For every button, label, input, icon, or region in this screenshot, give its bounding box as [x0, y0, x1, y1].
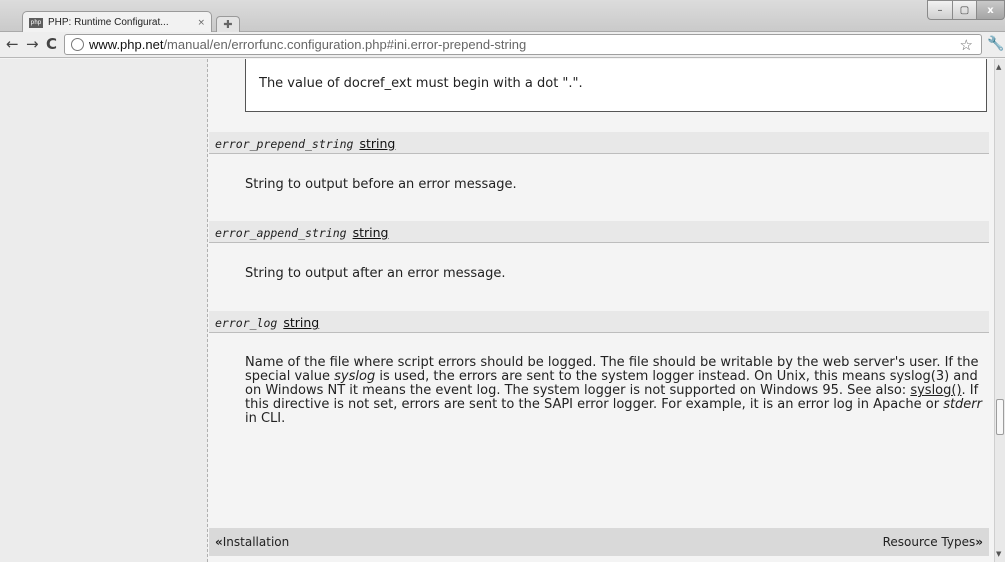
- directive-heading: error_prepend_string string: [209, 132, 989, 154]
- type-link[interactable]: string: [283, 315, 319, 330]
- warning-box: The value of docref_ext must begin with …: [245, 59, 987, 112]
- close-window-button[interactable]: x: [976, 0, 1005, 20]
- manual-body: The value of docref_ext must begin with …: [209, 59, 994, 562]
- forward-arrow-icon[interactable]: →: [26, 35, 39, 53]
- url-path: /manual/en/errorfunc.configuration.php#i…: [163, 37, 527, 52]
- tab-close-icon[interactable]: ×: [197, 18, 205, 28]
- page-info-icon[interactable]: [71, 38, 84, 51]
- desc-emphasis: syslog: [334, 369, 376, 384]
- directive-description: String to output after an error message.: [245, 266, 506, 281]
- reload-icon[interactable]: C: [46, 35, 57, 53]
- page-navigation: «Installation Resource Types»: [209, 528, 989, 556]
- directive-name: error_append_string: [215, 226, 347, 240]
- next-page-link[interactable]: Resource Types»: [883, 535, 983, 549]
- scrollbar-thumb[interactable]: [996, 399, 1004, 435]
- wrench-menu-icon[interactable]: 🔧: [987, 36, 1004, 52]
- warning-text: The value of docref_ext must begin with …: [259, 76, 583, 91]
- type-link[interactable]: string: [359, 136, 395, 151]
- directive-heading: error_append_string string: [209, 221, 989, 243]
- maximize-button[interactable]: ▢: [952, 0, 977, 20]
- desc-text: in CLI.: [245, 411, 286, 426]
- browser-tab[interactable]: php PHP: Runtime Configurat... ×: [22, 11, 212, 33]
- syslog-link[interactable]: syslog(): [910, 383, 961, 398]
- page-content: The value of docref_ext must begin with …: [0, 59, 994, 562]
- scroll-down-arrow-icon[interactable]: ▼: [996, 550, 1001, 558]
- desc-emphasis: stderr: [943, 397, 982, 412]
- error-log-description: Name of the file where script errors sho…: [245, 356, 985, 426]
- directive-name: error_prepend_string: [215, 137, 354, 151]
- title-bar: php PHP: Runtime Configurat... × ✚ – ▢ x: [0, 0, 1005, 33]
- url-host: www.php.net: [89, 37, 164, 52]
- browser-toolbar: ← → C www.php.net/manual/en/errorfunc.co…: [0, 32, 1005, 58]
- directive-heading: error_log string: [209, 311, 989, 333]
- type-link[interactable]: string: [353, 225, 389, 240]
- left-sidebar: [0, 59, 208, 562]
- php-favicon-icon: php: [29, 17, 43, 28]
- vertical-scrollbar[interactable]: ▲ ▼: [994, 59, 1005, 562]
- directive-name: error_log: [215, 316, 278, 330]
- new-tab-button[interactable]: ✚: [216, 16, 240, 32]
- minimize-button[interactable]: –: [927, 0, 953, 20]
- bookmark-star-icon[interactable]: ☆: [960, 36, 973, 54]
- directive-description: String to output before an error message…: [245, 177, 517, 192]
- address-bar[interactable]: www.php.net/manual/en/errorfunc.configur…: [64, 34, 982, 55]
- tab-title: PHP: Runtime Configurat...: [48, 17, 169, 28]
- scroll-up-arrow-icon[interactable]: ▲: [996, 63, 1001, 71]
- back-arrow-icon[interactable]: ←: [6, 35, 19, 53]
- prev-page-link[interactable]: «Installation: [215, 535, 289, 549]
